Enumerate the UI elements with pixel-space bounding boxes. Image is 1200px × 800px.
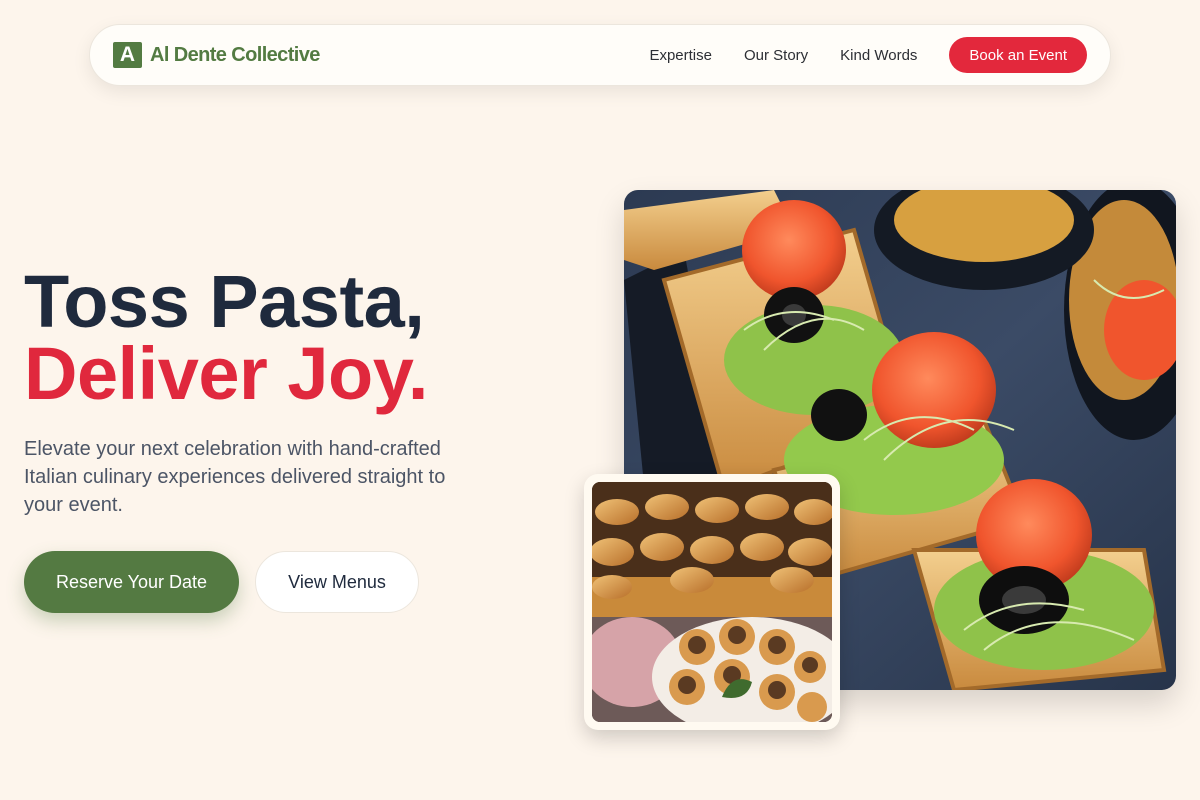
hero-title-line1: Toss Pasta, (24, 260, 425, 343)
view-menus-button[interactable]: View Menus (255, 551, 419, 613)
top-navbar: A Al Dente Collective Expertise Our Stor… (89, 24, 1111, 86)
pastry-platter-illustration (592, 482, 832, 722)
hero-subtitle: Elevate your next celebration with hand-… (24, 438, 446, 516)
hero-title: Toss Pasta, Deliver Joy. (24, 260, 428, 415)
nav-link-kind-words[interactable]: Kind Words (840, 47, 917, 64)
pastry-platter-photo-frame (584, 474, 840, 730)
landing-page: A Al Dente Collective Expertise Our Stor… (0, 0, 1200, 800)
reserve-date-button[interactable]: Reserve Your Date (24, 551, 239, 613)
hero-title-line2: Deliver Joy. (24, 332, 428, 415)
nav-links: Expertise Our Story Kind Words Book an E… (649, 37, 1087, 73)
nav-link-expertise[interactable]: Expertise (649, 47, 712, 64)
brand-logo[interactable]: A Al Dente Collective (113, 42, 320, 68)
nav-link-our-story[interactable]: Our Story (744, 47, 808, 64)
logo-mark-icon: A (113, 42, 142, 68)
brand-name: Al Dente Collective (150, 43, 320, 66)
pastry-platter-photo (592, 482, 832, 722)
book-event-button[interactable]: Book an Event (949, 37, 1087, 73)
